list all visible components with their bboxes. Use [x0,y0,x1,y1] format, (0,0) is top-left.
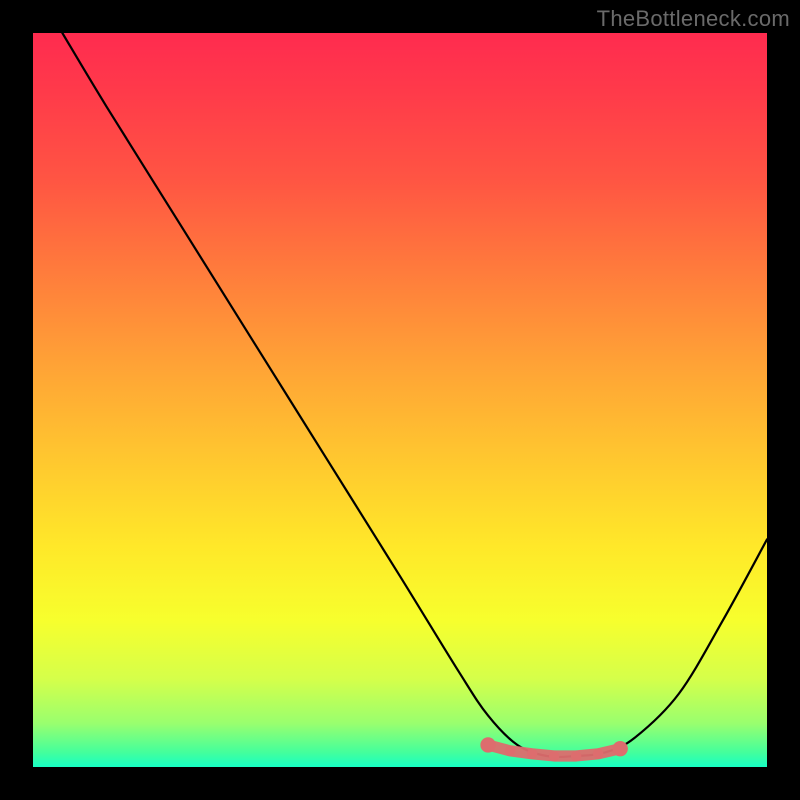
chart-frame: TheBottleneck.com [0,0,800,800]
flat-region-markers [480,737,628,761]
plot-area [33,33,767,767]
curve-svg [33,33,767,767]
watermark-text: TheBottleneck.com [597,6,790,32]
bottleneck-curve [62,33,767,757]
